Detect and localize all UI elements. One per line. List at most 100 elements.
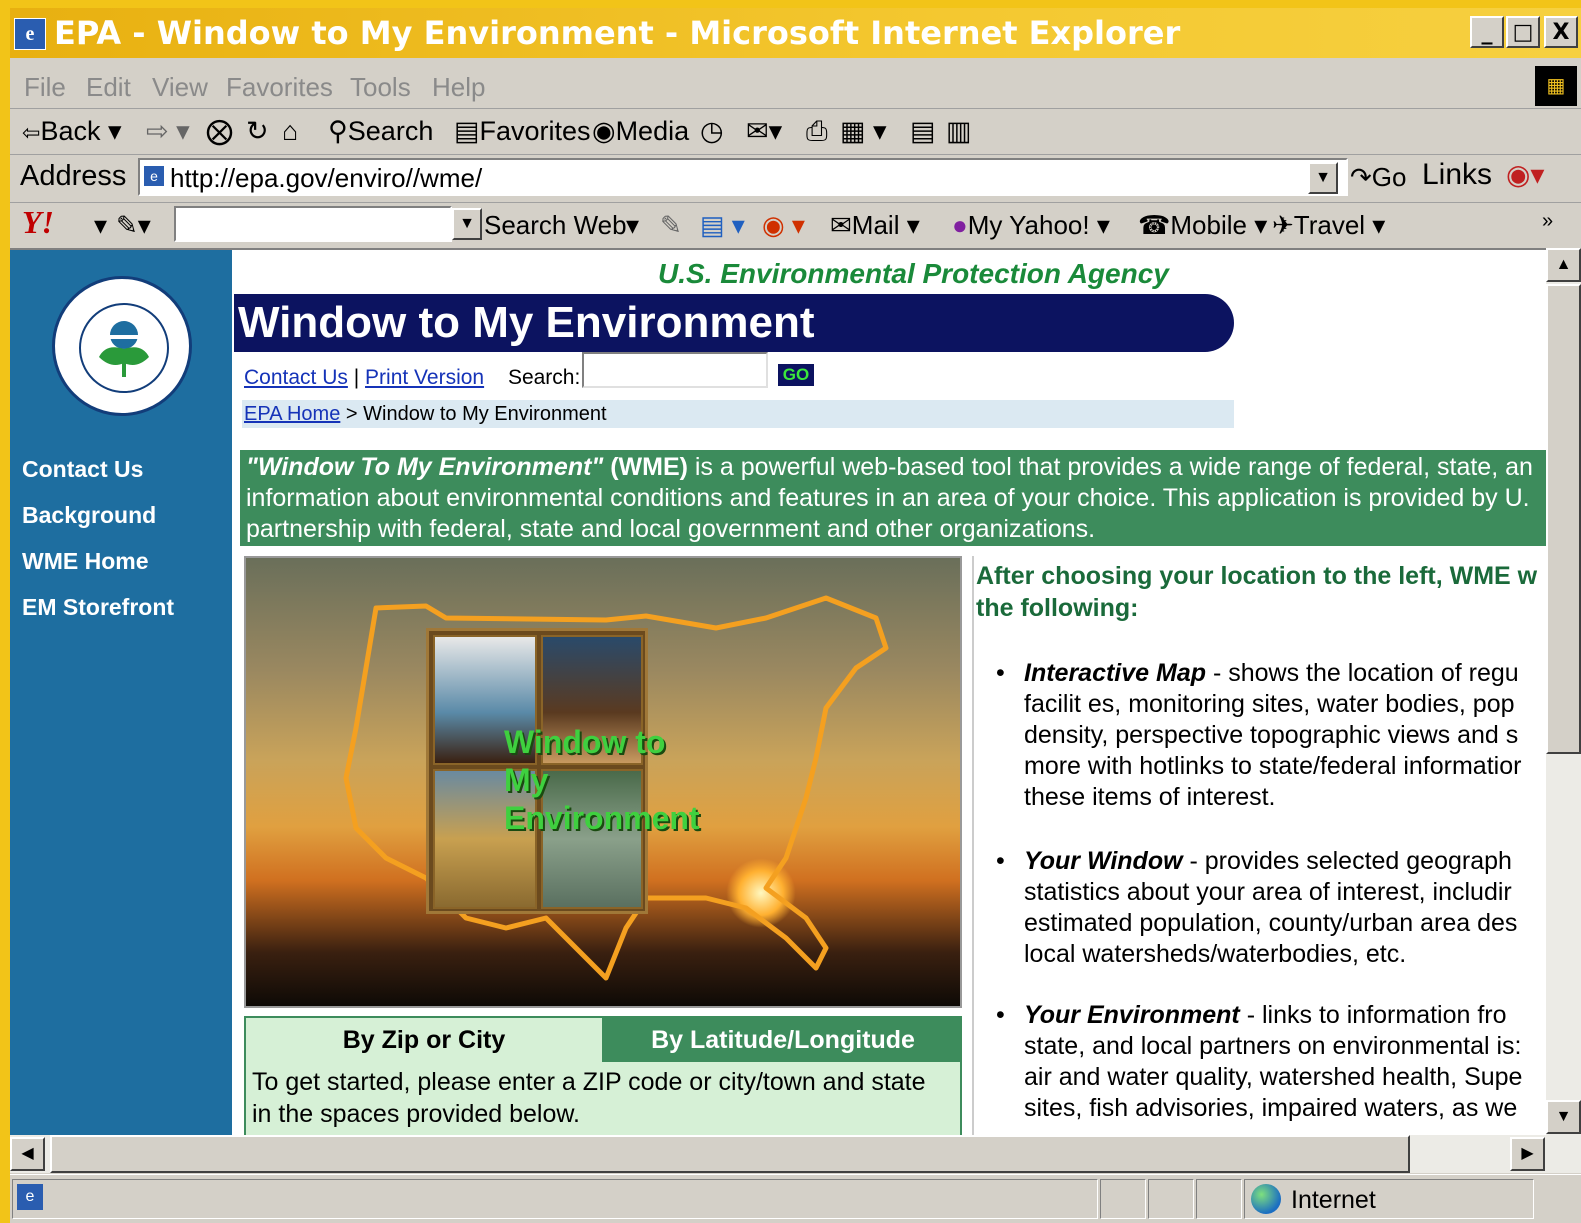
mobile-label: Mobile — [1170, 210, 1247, 240]
address-input[interactable]: e http://epa.gov/enviro//wme/ — [138, 158, 1348, 196]
address-dropdown-button[interactable]: ▼ — [1308, 162, 1338, 194]
scroll-right-button[interactable]: ▶ — [1510, 1137, 1545, 1171]
feature-line: - provides selected geograph — [1182, 847, 1512, 875]
status-pane-3 — [1196, 1179, 1242, 1219]
vertical-scroll-thumb[interactable] — [1546, 284, 1581, 754]
location-tabs: By Zip or City By Latitude/Longitude To … — [244, 1016, 962, 1137]
highlight-icon[interactable]: ✎ — [660, 210, 682, 241]
ie-icon: e — [14, 18, 46, 50]
breadcrumb: EPA Home > Window to My Environment — [242, 400, 1234, 428]
my-yahoo-icon: ● — [952, 210, 968, 240]
features-heading: After choosing your location to the left… — [976, 560, 1537, 624]
nav-em-storefront[interactable]: EM Storefront — [22, 594, 174, 621]
breadcrumb-current: > Window to My Environment — [340, 403, 607, 425]
tab-instructions-line-2: in the spaces provided below. — [252, 1100, 580, 1128]
horizontal-scroll-thumb[interactable] — [50, 1135, 1410, 1173]
discuss-icon[interactable]: ▤ — [910, 116, 936, 147]
print-icon[interactable]: ⎙ — [806, 116, 828, 148]
contact-us-link[interactable]: Contact Us — [244, 366, 348, 389]
print-version-link[interactable]: Print Version — [365, 366, 484, 389]
title-bar[interactable]: e EPA - Window to My Environment - Micro… — [10, 8, 1581, 58]
go-label: Go — [1371, 162, 1407, 192]
media-button[interactable]: ◉Media — [592, 116, 689, 147]
home-icon[interactable]: ⌂ — [282, 116, 298, 147]
stop-icon[interactable]: ⨂ — [206, 116, 233, 147]
yahoo-menu-dropdown-icon[interactable]: ▾ — [94, 210, 107, 241]
tab-instructions: To get started, please enter a ZIP code … — [252, 1066, 926, 1130]
wme-hero-image: Window to My Environment — [244, 556, 962, 1008]
my-yahoo-button[interactable]: ●My Yahoo! ▾ — [952, 210, 1110, 241]
favorites-label: Favorites — [479, 116, 591, 146]
menu-view[interactable]: View — [152, 72, 208, 103]
pdf-icon[interactable]: ◉▾ — [1506, 158, 1545, 191]
menu-help[interactable]: Help — [432, 72, 485, 103]
yahoo-search-dropdown[interactable]: ▼ — [452, 208, 482, 240]
back-arrow-icon: ⇦ — [22, 120, 41, 145]
edit-icon[interactable]: ▦ ▾ — [840, 116, 887, 147]
link-separator: | — [353, 366, 360, 389]
antispy-icon[interactable]: ◉ ▾ — [762, 210, 805, 241]
mail-icon[interactable]: ✉▾ — [746, 116, 782, 147]
feature-line: density, perspective topographic views a… — [1024, 721, 1519, 749]
scroll-left-button[interactable]: ◀ — [10, 1137, 45, 1171]
menu-file[interactable]: File — [24, 72, 66, 103]
forward-button[interactable]: ⇨ ▾ — [146, 116, 190, 147]
go-button[interactable]: ↷Go — [1350, 162, 1406, 193]
yahoo-search-input[interactable] — [174, 206, 452, 242]
history-icon[interactable]: ◷ — [700, 116, 724, 147]
epa-seal-logo[interactable] — [52, 276, 192, 416]
back-button[interactable]: ⇦Back ▾ — [22, 116, 122, 147]
scroll-down-button[interactable]: ▼ — [1546, 1100, 1581, 1134]
close-button[interactable]: X — [1544, 16, 1578, 48]
logo-text-line-1: Window to — [504, 724, 666, 760]
nav-contact-us[interactable]: Contact Us — [22, 456, 143, 483]
search-web-button[interactable]: Search Web — [484, 210, 627, 241]
back-label: Back — [40, 116, 101, 146]
nav-background[interactable]: Background — [22, 502, 156, 529]
maximize-button[interactable]: □ — [1506, 16, 1540, 48]
feature-title: Interactive Map — [1024, 659, 1207, 687]
pencil-icon[interactable]: ✎▾ — [116, 210, 151, 241]
feature-line: state, and local partners on environment… — [1024, 1032, 1522, 1060]
intro-panel: "Window To My Environment" (WME) is a po… — [240, 450, 1546, 546]
travel-button[interactable]: ✈Travel ▾ — [1272, 210, 1385, 241]
menu-favorites[interactable]: Favorites — [226, 72, 333, 103]
tab-zip-or-city[interactable]: By Zip or City — [246, 1018, 604, 1062]
yahoo-logo[interactable]: Y! — [22, 204, 54, 241]
search-button[interactable]: ⚲Search — [328, 116, 433, 147]
feature-line: sites, fish advisories, impaired waters,… — [1024, 1094, 1518, 1122]
minimize-button[interactable]: _ — [1470, 16, 1504, 48]
menu-edit[interactable]: Edit — [86, 72, 131, 103]
search-label: Search: — [507, 366, 581, 389]
travel-label: Travel — [1293, 210, 1366, 240]
breadcrumb-epa-home[interactable]: EPA Home — [244, 403, 340, 425]
messenger-icon[interactable]: ▥ — [946, 116, 972, 147]
popup-blocker-icon[interactable]: ▤ ▾ — [700, 210, 745, 241]
toolbar-overflow-icon[interactable]: » — [1542, 210, 1553, 233]
tab-latitude-longitude[interactable]: By Latitude/Longitude — [604, 1018, 962, 1062]
favorites-button[interactable]: ▤Favorites — [454, 116, 591, 147]
nav-wme-home[interactable]: WME Home — [22, 548, 149, 575]
collage-aerial-photo — [541, 769, 643, 909]
search-web-dropdown-icon[interactable]: ▾ — [626, 210, 639, 241]
features-heading-line-2: the following: — [976, 594, 1139, 622]
horizontal-scrollbar[interactable]: ◀ ▶ — [10, 1135, 1581, 1173]
security-zone-label: Internet — [1291, 1186, 1376, 1214]
page-title: Window to My Environment — [238, 298, 815, 347]
status-text-pane: e — [12, 1179, 1098, 1219]
intro-title: "Window To My Environment" — [246, 453, 604, 481]
feature-line: air and water quality, watershed health,… — [1024, 1063, 1523, 1091]
site-search-go-button[interactable]: GO — [778, 364, 814, 386]
menu-tools[interactable]: Tools — [350, 72, 411, 103]
status-pane-2 — [1148, 1179, 1194, 1219]
mobile-button[interactable]: ☎Mobile ▾ — [1138, 210, 1267, 241]
refresh-icon[interactable]: ↻ — [246, 116, 269, 147]
address-bar: Address e http://epa.gov/enviro//wme/ ▼ … — [10, 154, 1581, 203]
links-button[interactable]: Links — [1422, 158, 1492, 192]
yahoo-mail-button[interactable]: ✉Mail ▾ — [830, 210, 920, 241]
site-search-input[interactable] — [582, 352, 768, 388]
scroll-up-button[interactable]: ▲ — [1546, 248, 1581, 282]
feature-line: - links to information fro — [1239, 1001, 1507, 1029]
vertical-scrollbar[interactable]: ▲ ▼ — [1546, 248, 1581, 1135]
intro-line-2: information about environmental conditio… — [246, 484, 1530, 512]
